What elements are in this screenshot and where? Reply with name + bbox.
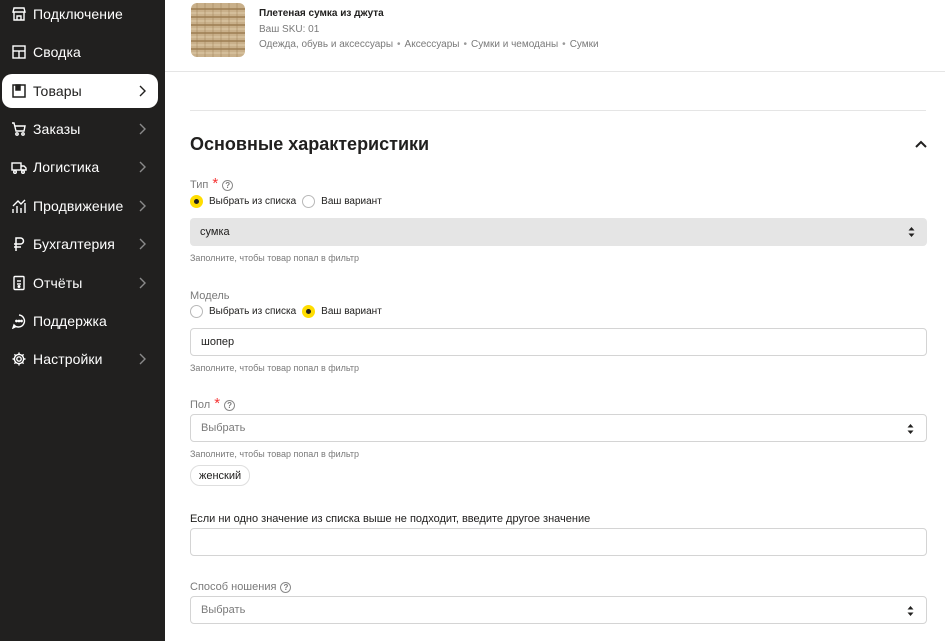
required-mark: * [212,175,219,192]
chevron-right-icon [136,353,148,365]
chevron-right-icon [136,277,148,289]
breadcrumb-separator: • [463,39,467,50]
sidebar-item-support[interactable]: Поддержка [2,304,158,338]
help-icon[interactable]: ? [222,179,234,191]
summary-icon [11,44,27,60]
radio-select-from-list[interactable] [190,305,203,318]
breadcrumb-separator: • [562,39,566,50]
sidebar-item-label: Заказы [33,121,81,137]
breadcrumb: Одежда, обувь и аксессуары • Аксессуары … [259,39,599,50]
gender-chip[interactable]: женский [190,465,251,486]
type-hint: Заполните, чтобы товар попал в фильтр [190,253,360,263]
main-content: Плетеная сумка из джута Ваш SKU: 01 Одеж… [165,0,945,641]
radio-label[interactable]: Выбрать из списка [209,306,296,317]
sidebar-item-label: Продвижение [33,198,124,214]
sidebar-item-label: Настройки [33,351,103,367]
truck-icon [11,159,27,175]
section-divider [190,110,926,111]
cart-icon [11,121,27,137]
box-icon [11,83,27,99]
radio-label[interactable]: Ваш вариант [321,306,382,317]
sidebar-item-logistics[interactable]: Логистика [2,150,158,184]
store-icon [11,6,27,22]
select-arrows-icon [907,424,914,434]
wear-method-label-text: Способ ношения [190,581,277,593]
chevron-right-icon [136,200,148,212]
sidebar-item-label: Поддержка [33,313,107,329]
ruble-icon [11,236,27,252]
sidebar-item-label: Бухгалтерия [33,236,115,252]
type-mode-radios: Выбрать из списка Ваш вариант [190,195,388,208]
gender-label-text: Пол [190,399,211,411]
chevron-right-icon [136,123,148,135]
wear-method-placeholder: Выбрать [201,604,246,616]
model-label-text: Модель [190,290,230,302]
sidebar-item-products[interactable]: Товары [2,74,158,108]
radio-label[interactable]: Ваш вариант [321,196,382,207]
sidebar-item-orders[interactable]: Заказы [2,112,158,146]
sidebar-item-settings[interactable]: Настройки [2,342,158,376]
sidebar-item-reports[interactable]: Отчёты [2,266,158,300]
wear-method-select[interactable]: Выбрать [190,596,927,624]
product-title: Плетеная сумка из джута [259,8,384,19]
sidebar: Подключение Сводка Товары Заказы Логисти… [0,0,165,641]
model-field-label: Модель [190,290,229,302]
wear-method-field-label: Способ ношения ? [190,581,292,593]
select-arrows-icon [908,227,915,237]
radio-custom-variant[interactable] [302,305,316,318]
sidebar-item-accounting[interactable]: Бухгалтерия [2,227,158,261]
custom-value-label: Если ни одно значение из списка выше не … [190,513,591,525]
model-input[interactable]: шопер [190,328,927,356]
help-icon[interactable]: ? [224,399,236,411]
radio-label[interactable]: Выбрать из списка [209,196,296,207]
gender-field-label: Пол * ? [190,395,236,412]
report-icon [11,275,27,291]
model-hint: Заполните, чтобы товар попал в фильтр [190,363,360,373]
required-mark: * [214,395,221,412]
gear-icon [11,351,27,367]
sidebar-item-label: Сводка [33,44,81,60]
section-title: Основные характеристики [190,134,430,154]
custom-value-input[interactable] [190,528,927,556]
sidebar-item-label: Товары [33,83,82,99]
product-sku: Ваш SKU: 01 [259,24,320,35]
sidebar-item-promotion[interactable]: Продвижение [2,189,158,223]
type-label-text: Тип [190,179,209,191]
chevron-right-icon [136,238,148,250]
gender-select[interactable]: Выбрать [190,414,927,442]
breadcrumb-item[interactable]: Одежда, обувь и аксессуары [259,39,393,50]
sidebar-item-label: Логистика [33,159,100,175]
breadcrumb-separator: • [397,39,401,50]
breadcrumb-item[interactable]: Сумки [570,39,599,50]
breadcrumb-item[interactable]: Аксессуары [405,39,460,50]
chevron-right-icon [136,161,148,173]
radio-select-from-list[interactable] [190,195,203,208]
sidebar-item-label: Отчёты [33,275,83,291]
sidebar-item-label: Подключение [33,6,123,22]
help-icon[interactable]: ? [280,581,292,593]
type-select-value: сумка [200,226,230,238]
collapse-button[interactable] [913,137,929,151]
product-thumbnail [191,3,245,57]
breadcrumb-item[interactable]: Сумки и чемоданы [471,39,558,50]
gender-select-placeholder: Выбрать [201,422,246,434]
type-field-label: Тип * ? [190,175,234,192]
chat-icon [11,313,27,329]
radio-custom-variant[interactable] [302,195,316,208]
sidebar-item-summary[interactable]: Сводка [2,35,158,69]
product-header: Плетеная сумка из джута Ваш SKU: 01 Одеж… [165,0,945,72]
growth-icon [11,198,27,214]
model-input-value: шопер [201,336,235,348]
gender-hint: Заполните, чтобы товар попал в фильтр [190,449,360,459]
chevron-right-icon [136,85,148,97]
chevron-up-icon [915,140,927,148]
sidebar-item-connection[interactable]: Подключение [2,0,158,31]
type-select[interactable]: сумка [190,218,927,246]
model-mode-radios: Выбрать из списка Ваш вариант [190,305,388,318]
select-arrows-icon [907,606,914,616]
